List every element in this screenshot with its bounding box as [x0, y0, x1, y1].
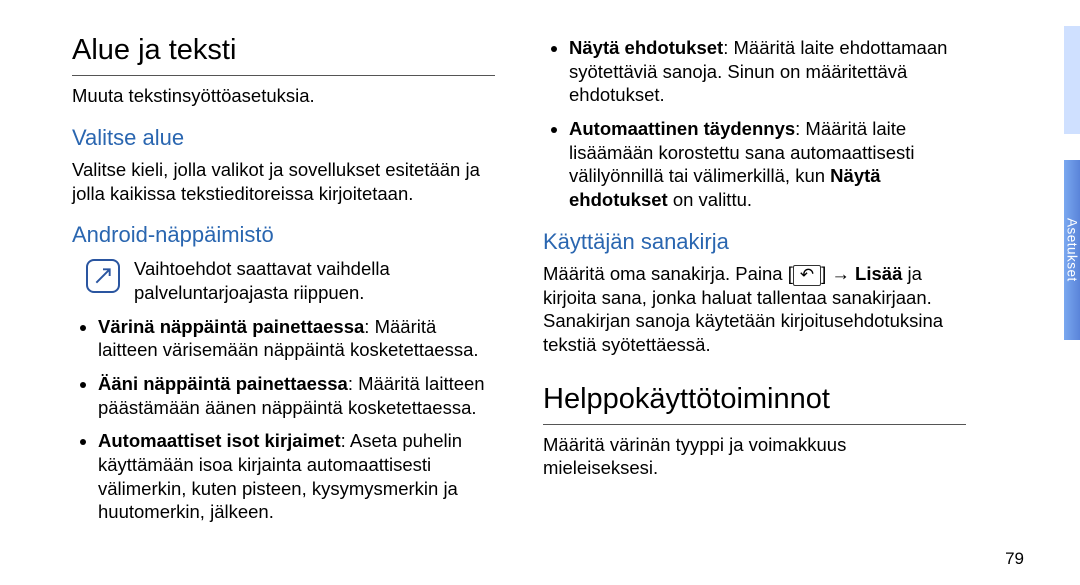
list-item: Automaattiset isot kirjaimet: Aseta puhe…: [98, 429, 495, 524]
note-icon: [86, 259, 120, 293]
label-lisaa: Lisää: [855, 263, 902, 284]
list-item: Näytä ehdotukset: Määritä laite ehdottam…: [569, 36, 966, 107]
side-index-tab: Asetukset: [1064, 160, 1080, 340]
note-box: Vaihtoehdot saattavat vaihdella palvelun…: [72, 257, 495, 304]
heading-kayttajan-sanakirja: Käyttäjän sanakirja: [543, 228, 966, 256]
side-index-label: Asetukset: [1063, 218, 1080, 282]
item-label: Ääni näppäintä painettaessa: [98, 373, 348, 394]
rule: [543, 424, 966, 425]
page-title-1: Alue ja teksti: [72, 32, 495, 69]
page-number: 79: [1005, 548, 1024, 570]
item-label: Näytä ehdotukset: [569, 37, 723, 58]
side-index-light: [1064, 26, 1080, 134]
body-helppokayttotoiminnot: Määritä värinän tyyppi ja voimakkuus mie…: [543, 433, 966, 480]
body-kayttajan-sanakirja: Määritä oma sanakirja. Paina [↶] → Lisää…: [543, 262, 966, 357]
item-label: Automaattiset isot kirjaimet: [98, 430, 341, 451]
heading-valitse-alue: Valitse alue: [72, 124, 495, 152]
list-item: Automaattinen täydennys: Määritä laite l…: [569, 117, 966, 212]
text: Määritä oma sanakirja. Paina [: [543, 263, 793, 284]
item-label: Automaattinen täydennys: [569, 118, 795, 139]
list-item: Ääni näppäintä painettaessa: Määritä lai…: [98, 372, 495, 419]
android-keyboard-list: Värinä näppäintä painettaessa: Määritä l…: [72, 315, 495, 524]
text: ] →: [821, 263, 855, 284]
heading-android-nappaimisto: Android-näppäimistö: [72, 221, 495, 249]
item-text: on valittu.: [668, 189, 752, 210]
left-column: Alue ja teksti Muuta tekstinsyöttöasetuk…: [72, 32, 495, 536]
rule: [72, 75, 495, 76]
page-title-2: Helppokäyttötoiminnot: [543, 381, 966, 418]
body-valitse-alue: Valitse kieli, jolla valikot ja sovelluk…: [72, 158, 495, 205]
intro-text: Muuta tekstinsyöttöasetuksia.: [72, 84, 495, 108]
android-keyboard-list-cont: Näytä ehdotukset: Määritä laite ehdottam…: [543, 36, 966, 212]
list-item: Värinä näppäintä painettaessa: Määritä l…: [98, 315, 495, 362]
item-label: Värinä näppäintä painettaessa: [98, 316, 364, 337]
right-column: Näytä ehdotukset: Määritä laite ehdottam…: [543, 32, 966, 536]
note-text: Vaihtoehdot saattavat vaihdella palvelun…: [134, 257, 495, 304]
back-key-icon: ↶: [793, 265, 821, 286]
